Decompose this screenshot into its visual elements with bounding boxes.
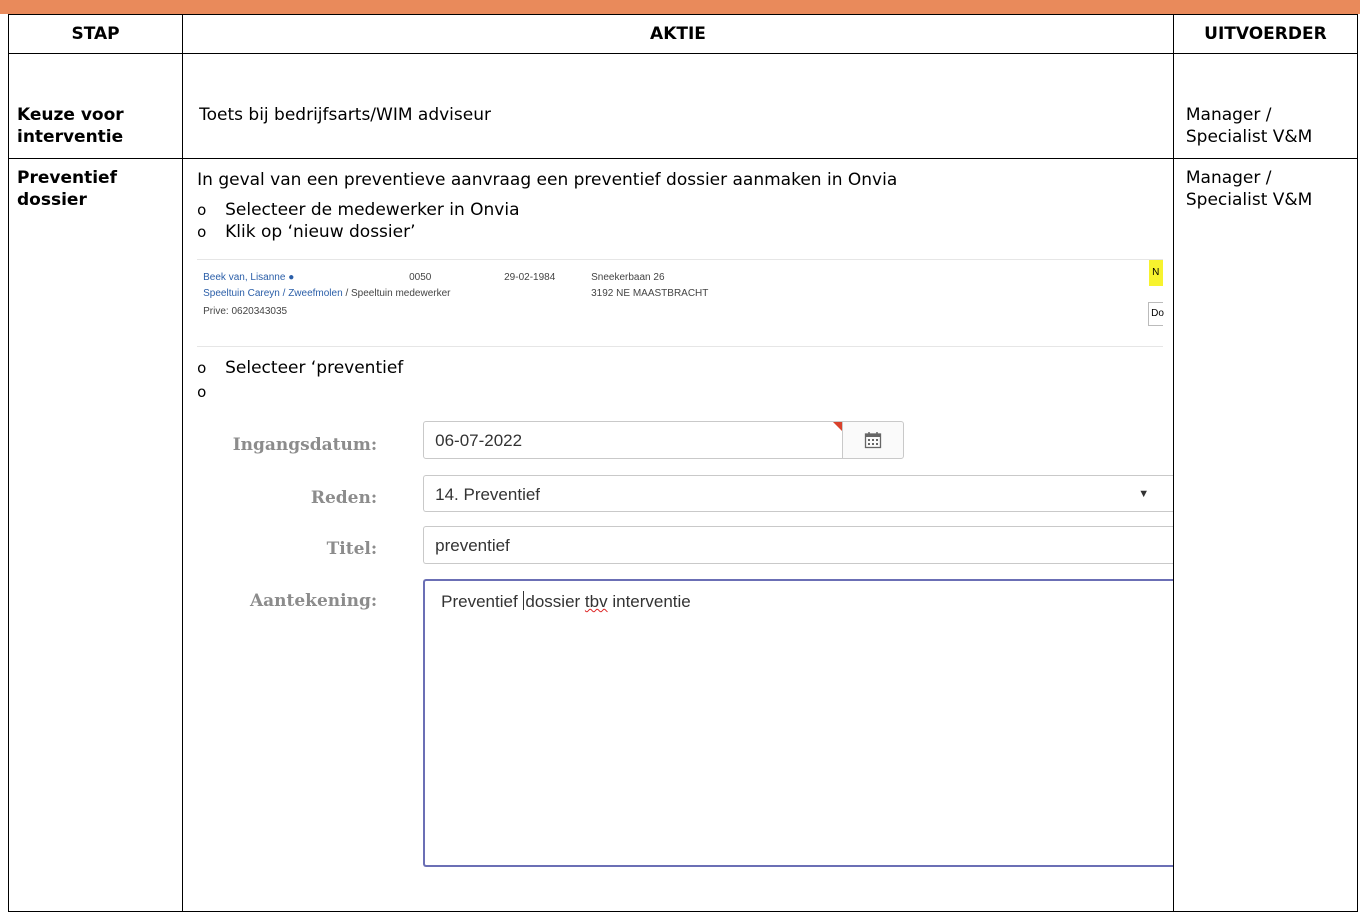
stap-cell: Preventief dossier (7, 158, 184, 912)
bullet-glyph: o (197, 383, 207, 401)
org-link[interactable]: Speeltuin Careyn (203, 288, 280, 299)
aktie-cell: In geval van een preventieve aanvraag ee… (182, 158, 1174, 912)
aantekening-textarea[interactable]: Preventief dossier tbv interventie (423, 579, 1174, 867)
titel-input[interactable]: preventief (423, 526, 1174, 564)
bullet-text: Selecteer ‘preventief (225, 358, 404, 378)
uitvoerder-cell: Manager / Specialist V&M (1172, 158, 1359, 912)
calendar-button[interactable] (842, 421, 905, 459)
reden-select-value: 14. Preventief (435, 485, 541, 504)
stap-label: Preventief dossier (17, 168, 117, 210)
employee-screenshot: Beek van, Lisanne ● Speeltuin Careyn / Z… (197, 259, 1164, 347)
aktie-cell: Toets bij bedrijfsarts/WIM adviseur (182, 53, 1174, 159)
table-row: Keuze voor interventie Toets bij bedrijf… (7, 53, 1359, 159)
table-row: Preventief dossier In geval van een prev… (7, 158, 1359, 912)
ingangsdatum-input[interactable]: 06-07-2022 (423, 421, 844, 459)
employee-name-row: Beek van, Lisanne ● (203, 272, 294, 283)
stap-label: Keuze voor interventie (17, 105, 124, 147)
reden-select[interactable]: 14. Preventief ▼ (423, 475, 1174, 512)
header-stap: STAP (7, 14, 184, 54)
employee-phone: Prive: 0620343035 (203, 306, 288, 317)
calendar-icon (864, 432, 882, 449)
bullet-glyph: o (197, 223, 207, 241)
header-uitvoerder: UITVOERDER (1172, 14, 1359, 54)
titel-label: Titel: (326, 539, 378, 559)
aktie-intro: In geval van een preventieve aanvraag ee… (197, 170, 898, 190)
aantekening-label: Aantekening: (249, 591, 378, 611)
procedure-table: STAP AKTIE UITVOERDER Keuze voor interve… (7, 14, 1359, 912)
org-link[interactable]: Zweefmolen (288, 288, 342, 299)
employee-number: 0050 (409, 272, 432, 283)
person-icon: ● (288, 272, 295, 283)
uitvoerder-cell: Manager / Specialist V&M (1172, 53, 1359, 159)
list-item: o Selecteer ‘preventief (197, 357, 403, 379)
note-text: dossier (525, 592, 585, 611)
org-role: / Speeltuin medewerker (345, 288, 451, 299)
org-separator: / (282, 288, 286, 299)
ingangsdatum-label: Ingangsdatum: (232, 435, 378, 455)
table-header-row: STAP AKTIE UITVOERDER (7, 14, 1359, 54)
bullet-text: Klik op ‘nieuw dossier’ (225, 222, 416, 242)
bullet-glyph: o (197, 359, 207, 377)
stap-cell: Keuze voor interventie (7, 53, 184, 159)
reden-label: Reden: (310, 488, 378, 508)
employee-city: 3192 NE MAASTBRACHT (591, 288, 709, 299)
new-dossier-button-highlight[interactable]: N (1149, 260, 1164, 286)
employee-name-link[interactable]: Beek van, Lisanne (203, 272, 285, 283)
bullet-glyph: o (197, 201, 207, 219)
uitvoerder-text: Manager / Specialist V&M (1185, 168, 1313, 210)
document-top-bar (0, 0, 1360, 14)
partial-input[interactable]: Do (1148, 302, 1164, 326)
spellcheck-word: tbv (584, 592, 608, 611)
header-aktie: AKTIE (182, 14, 1174, 54)
employee-birthdate: 29-02-1984 (504, 272, 556, 283)
list-item: o Selecteer de medewerker in Onvia (197, 199, 519, 221)
chevron-down-icon: ▼ (1138, 488, 1150, 500)
uitvoerder-text: Manager / Specialist V&M (1185, 105, 1313, 147)
bullet-text: Selecteer de medewerker in Onvia (225, 200, 520, 220)
employee-street: Sneekerbaan 26 (591, 272, 665, 283)
note-text: interventie (607, 592, 691, 611)
aktie-text: Toets bij bedrijfsarts/WIM adviseur (199, 105, 491, 125)
note-text: Preventief (441, 592, 523, 611)
list-item: o Klik op ‘nieuw dossier’ (197, 221, 415, 243)
new-dossier-button-label: N (1152, 267, 1160, 278)
list-item: o (197, 381, 225, 403)
employee-org-row: Speeltuin Careyn / Zweefmolen / Speeltui… (203, 288, 450, 299)
